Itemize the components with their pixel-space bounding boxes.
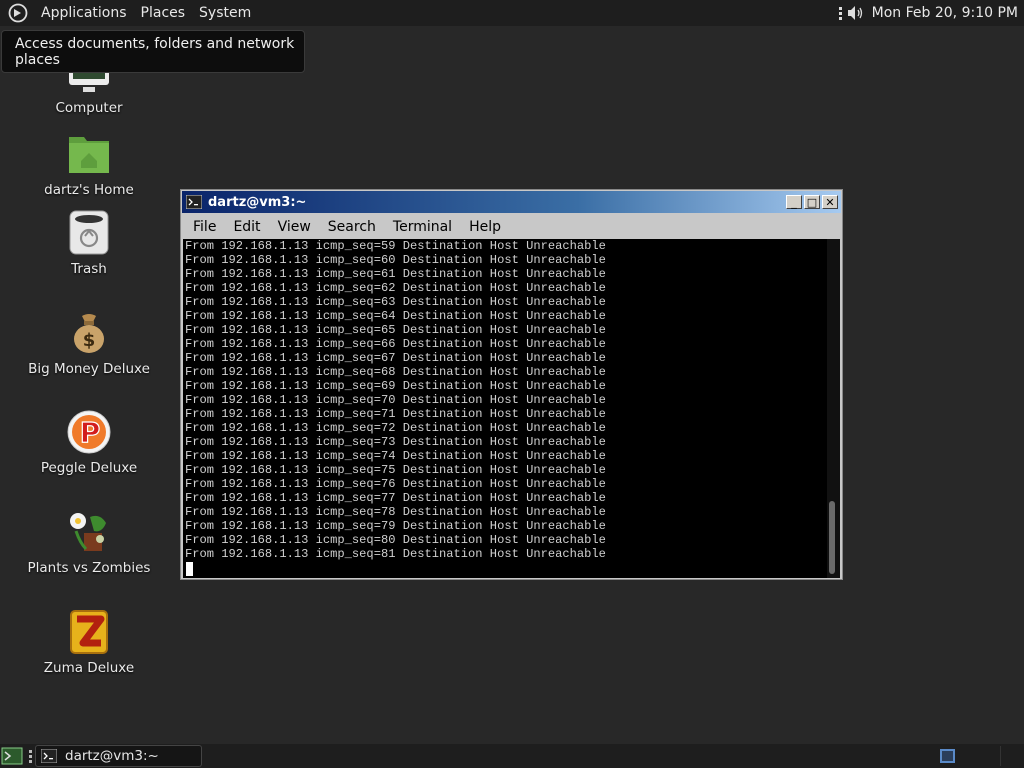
peggle-icon: P — [65, 408, 113, 456]
terminal-icon — [41, 749, 57, 763]
terminal-line: From 192.168.1.13 icmp_seq=66 Destinatio… — [185, 337, 606, 351]
close-button[interactable]: ✕ — [822, 195, 838, 209]
panel-grip-icon — [29, 749, 32, 763]
terminal-icon — [186, 195, 202, 209]
menu-file[interactable]: File — [182, 219, 223, 235]
scrollbar[interactable] — [827, 239, 840, 578]
desktop-icon-big-money[interactable]: $ Big Money Deluxe — [14, 309, 164, 377]
output-lines: From 192.168.1.13 icmp_seq=59 Destinatio… — [185, 239, 606, 561]
terminal-line: From 192.168.1.13 icmp_seq=70 Destinatio… — [185, 393, 606, 407]
desktop-icon-zuma[interactable]: Zuma Deluxe — [14, 608, 164, 676]
terminal-line: From 192.168.1.13 icmp_seq=71 Destinatio… — [185, 407, 606, 421]
text-cursor — [186, 562, 193, 576]
terminal-line: From 192.168.1.13 icmp_seq=63 Destinatio… — [185, 295, 606, 309]
taskbar-item-terminal[interactable]: dartz@vm3:~ — [35, 745, 202, 767]
menu-edit[interactable]: Edit — [223, 219, 267, 235]
terminal-line: From 192.168.1.13 icmp_seq=73 Destinatio… — [185, 435, 606, 449]
terminal-line: From 192.168.1.13 icmp_seq=77 Destinatio… — [185, 491, 606, 505]
terminal-line: From 192.168.1.13 icmp_seq=68 Destinatio… — [185, 365, 606, 379]
money-bag-icon: $ — [65, 309, 113, 357]
menu-view[interactable]: View — [268, 219, 318, 235]
home-folder-icon — [65, 130, 113, 178]
trash-icon — [65, 209, 113, 257]
desktop-icon-label: dartz's Home — [44, 182, 134, 198]
terminal-line: From 192.168.1.13 icmp_seq=69 Destinatio… — [185, 379, 606, 393]
title-bar[interactable]: dartz@vm3:~ _ □ ✕ — [182, 191, 841, 213]
places-menu[interactable]: Places — [134, 5, 193, 21]
desktop-icon-label: Big Money Deluxe — [28, 361, 150, 377]
desktop-icon-trash[interactable]: Trash — [14, 209, 164, 277]
svg-text:$: $ — [83, 330, 96, 351]
system-tray: Mon Feb 20, 9:10 PM — [838, 5, 1024, 21]
system-menu[interactable]: System — [192, 5, 258, 21]
maximize-button[interactable]: □ — [804, 195, 820, 209]
terminal-line: From 192.168.1.13 icmp_seq=76 Destinatio… — [185, 477, 606, 491]
terminal-line: From 192.168.1.13 icmp_seq=74 Destinatio… — [185, 449, 606, 463]
plants-vs-zombies-icon — [65, 508, 113, 556]
desktop-icon-label: Computer — [55, 100, 123, 116]
clock[interactable]: Mon Feb 20, 9:10 PM — [866, 5, 1018, 21]
foot-menu-icon[interactable] — [8, 3, 28, 23]
panel-grip-icon[interactable] — [838, 6, 842, 20]
terminal-line: From 192.168.1.13 icmp_seq=59 Destinatio… — [185, 239, 606, 253]
terminal-line: From 192.168.1.13 icmp_seq=72 Destinatio… — [185, 421, 606, 435]
panel-separator — [1000, 746, 1001, 766]
desktop-icon-peggle[interactable]: P Peggle Deluxe — [14, 408, 164, 476]
top-panel: Applications Places System Mon Feb 20, 9… — [0, 0, 1024, 26]
menu-help[interactable]: Help — [459, 219, 508, 235]
taskbar-item-label: dartz@vm3:~ — [65, 748, 159, 764]
tooltip-text: Access documents, folders and network pl… — [15, 35, 295, 68]
terminal-line: From 192.168.1.13 icmp_seq=75 Destinatio… — [185, 463, 606, 477]
terminal-menubar: File Edit View Search Terminal Help — [182, 214, 841, 239]
workspace-switcher[interactable] — [940, 749, 955, 763]
places-tooltip: Access documents, folders and network pl… — [1, 30, 305, 73]
bottom-panel: dartz@vm3:~ — [0, 744, 1024, 768]
window-title: dartz@vm3:~ — [208, 194, 307, 210]
terminal-line: From 192.168.1.13 icmp_seq=61 Destinatio… — [185, 267, 606, 281]
applications-menu[interactable]: Applications — [34, 5, 134, 21]
desktop-icon-home[interactable]: dartz's Home — [14, 130, 164, 198]
terminal-window[interactable]: dartz@vm3:~ _ □ ✕ File Edit View Search … — [180, 189, 843, 580]
terminal-line: From 192.168.1.13 icmp_seq=60 Destinatio… — [185, 253, 606, 267]
minimize-button[interactable]: _ — [786, 195, 802, 209]
desktop-icon-label: Trash — [71, 261, 107, 277]
desktop-icon-label: Plants vs Zombies — [27, 560, 151, 576]
terminal-line: From 192.168.1.13 icmp_seq=64 Destinatio… — [185, 309, 606, 323]
terminal-line: From 192.168.1.13 icmp_seq=81 Destinatio… — [185, 547, 606, 561]
terminal-line: From 192.168.1.13 icmp_seq=67 Destinatio… — [185, 351, 606, 365]
menu-terminal[interactable]: Terminal — [383, 219, 459, 235]
terminal-line: From 192.168.1.13 icmp_seq=78 Destinatio… — [185, 505, 606, 519]
show-desktop-icon[interactable] — [1, 746, 23, 766]
desktop-icon-label: Peggle Deluxe — [40, 460, 138, 476]
terminal-output[interactable]: From 192.168.1.13 icmp_seq=59 Destinatio… — [183, 239, 840, 578]
svg-text:P: P — [80, 416, 101, 449]
terminal-line: From 192.168.1.13 icmp_seq=65 Destinatio… — [185, 323, 606, 337]
menu-search[interactable]: Search — [318, 219, 383, 235]
terminal-line: From 192.168.1.13 icmp_seq=79 Destinatio… — [185, 519, 606, 533]
desktop-icon-label: Zuma Deluxe — [43, 660, 135, 676]
terminal-line: From 192.168.1.13 icmp_seq=80 Destinatio… — [185, 533, 606, 547]
terminal-line: From 192.168.1.13 icmp_seq=62 Destinatio… — [185, 281, 606, 295]
scrollbar-thumb[interactable] — [829, 501, 835, 574]
desktop-icon-plants-vs-zombies[interactable]: Plants vs Zombies — [14, 508, 164, 576]
zuma-icon — [65, 608, 113, 656]
volume-icon[interactable] — [846, 5, 866, 21]
